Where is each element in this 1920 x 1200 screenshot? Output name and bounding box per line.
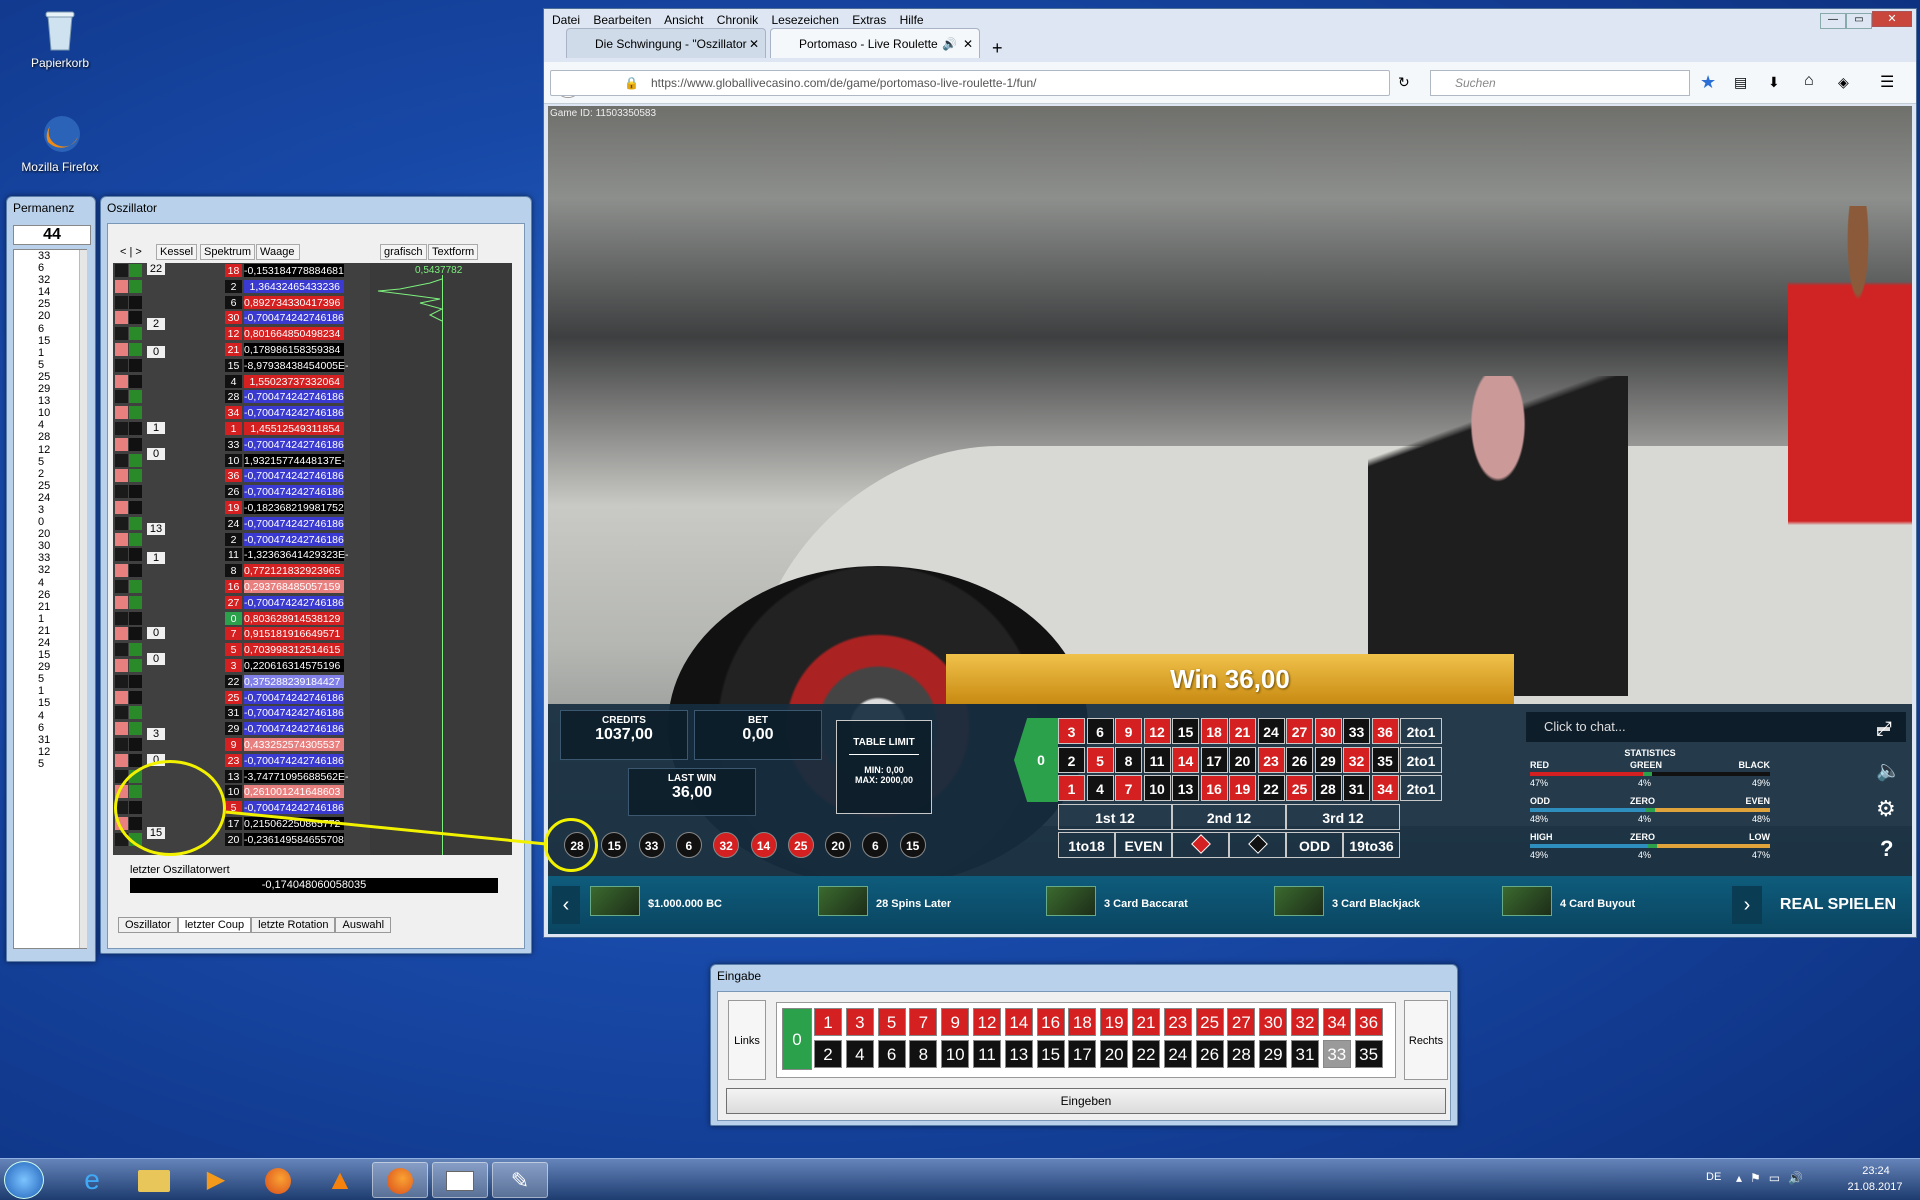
eingabe-number[interactable]: 21 xyxy=(1132,1008,1160,1036)
eingabe-number[interactable]: 36 xyxy=(1354,1008,1383,1036)
eingabe-number[interactable]: 15 xyxy=(1036,1040,1065,1068)
eingabe-number[interactable]: 23 xyxy=(1163,1008,1192,1036)
eingabe-number[interactable]: 13 xyxy=(1004,1040,1033,1068)
eingabe-number[interactable]: 10 xyxy=(941,1040,970,1068)
language-indicator[interactable]: DE xyxy=(1706,1171,1721,1183)
taskbar-media-icon[interactable]: ▶ xyxy=(188,1162,244,1198)
taskbar-firefox-icon[interactable] xyxy=(250,1162,306,1198)
rechts-button[interactable]: Rechts xyxy=(1404,1000,1448,1080)
taskbar-vlc-icon[interactable]: ▲ xyxy=(312,1162,368,1198)
links-button[interactable]: Links xyxy=(728,1000,766,1080)
eingeben-button[interactable]: Eingeben xyxy=(726,1088,1446,1114)
taskbar-paint-icon[interactable]: ✎ xyxy=(492,1162,548,1198)
eingabe-number[interactable]: 27 xyxy=(1227,1008,1256,1036)
clock-time[interactable]: 23:24 xyxy=(1846,1165,1906,1177)
eingabe-number[interactable]: 19 xyxy=(1100,1008,1129,1036)
eingabe-number[interactable]: 11 xyxy=(973,1040,1001,1068)
start-button[interactable] xyxy=(4,1161,44,1199)
eingabe-number[interactable]: 34 xyxy=(1322,1008,1351,1036)
eingabe-number[interactable]: 30 xyxy=(1259,1008,1288,1036)
zero-label: 0 xyxy=(792,1030,802,1049)
eingabe-number[interactable]: 12 xyxy=(973,1008,1001,1036)
eingabe-number[interactable]: 16 xyxy=(1036,1008,1065,1036)
eingabe-number[interactable]: 6 xyxy=(877,1040,906,1068)
eingabe-number[interactable]: 5 xyxy=(877,1008,906,1036)
eingabe-number[interactable]: 17 xyxy=(1068,1040,1097,1068)
rechts-label: Rechts xyxy=(1408,1035,1444,1047)
eingabe-zero[interactable]: 0 xyxy=(782,1008,812,1070)
eingabe-number[interactable]: 32 xyxy=(1291,1008,1319,1036)
eingabe-number[interactable]: 26 xyxy=(1195,1040,1224,1068)
eingabe-number[interactable]: 9 xyxy=(941,1008,970,1036)
window-title: Eingabe xyxy=(717,969,762,983)
links-label: Links xyxy=(734,1035,760,1047)
eingabe-number[interactable]: 25 xyxy=(1195,1008,1224,1036)
eingabe-number[interactable]: 29 xyxy=(1259,1040,1288,1068)
eingabe-number[interactable]: 22 xyxy=(1132,1040,1160,1068)
taskbar-ie-icon[interactable]: e xyxy=(64,1162,120,1198)
eingabe-number[interactable]: 1 xyxy=(814,1008,842,1036)
eingabe-number[interactable]: 2 xyxy=(814,1040,842,1068)
eingabe-number[interactable]: 18 xyxy=(1068,1008,1097,1036)
eingabe-number[interactable]: 14 xyxy=(1004,1008,1033,1036)
eingabe-number[interactable]: 24 xyxy=(1163,1040,1192,1068)
taskbar: e ▶ ▲ ✎ DE ▴⚑▭🔊 23:24 21.08.2017 xyxy=(0,1158,1920,1200)
eingabe-number[interactable]: 20 xyxy=(1100,1040,1129,1068)
tray-icons: ▴⚑▭🔊 xyxy=(1736,1171,1812,1185)
eingabe-number[interactable]: 3 xyxy=(845,1008,874,1036)
taskbar-explorer-icon[interactable] xyxy=(126,1162,182,1198)
eingabe-number[interactable]: 4 xyxy=(845,1040,874,1068)
eingabe-number[interactable]: 35 xyxy=(1354,1040,1383,1068)
taskbar-app-window-icon[interactable] xyxy=(432,1162,488,1198)
eingabe-number[interactable]: 8 xyxy=(909,1040,938,1068)
eingabe-number[interactable]: 31 xyxy=(1291,1040,1319,1068)
eingabe-number[interactable]: 28 xyxy=(1227,1040,1256,1068)
taskbar-firefox-active-icon[interactable] xyxy=(372,1162,428,1198)
eingabe-number[interactable]: 33 xyxy=(1322,1040,1351,1068)
eingabe-number[interactable]: 7 xyxy=(909,1008,938,1036)
clock-date[interactable]: 21.08.2017 xyxy=(1840,1181,1910,1193)
eingeben-label: Eingeben xyxy=(1060,1094,1112,1108)
